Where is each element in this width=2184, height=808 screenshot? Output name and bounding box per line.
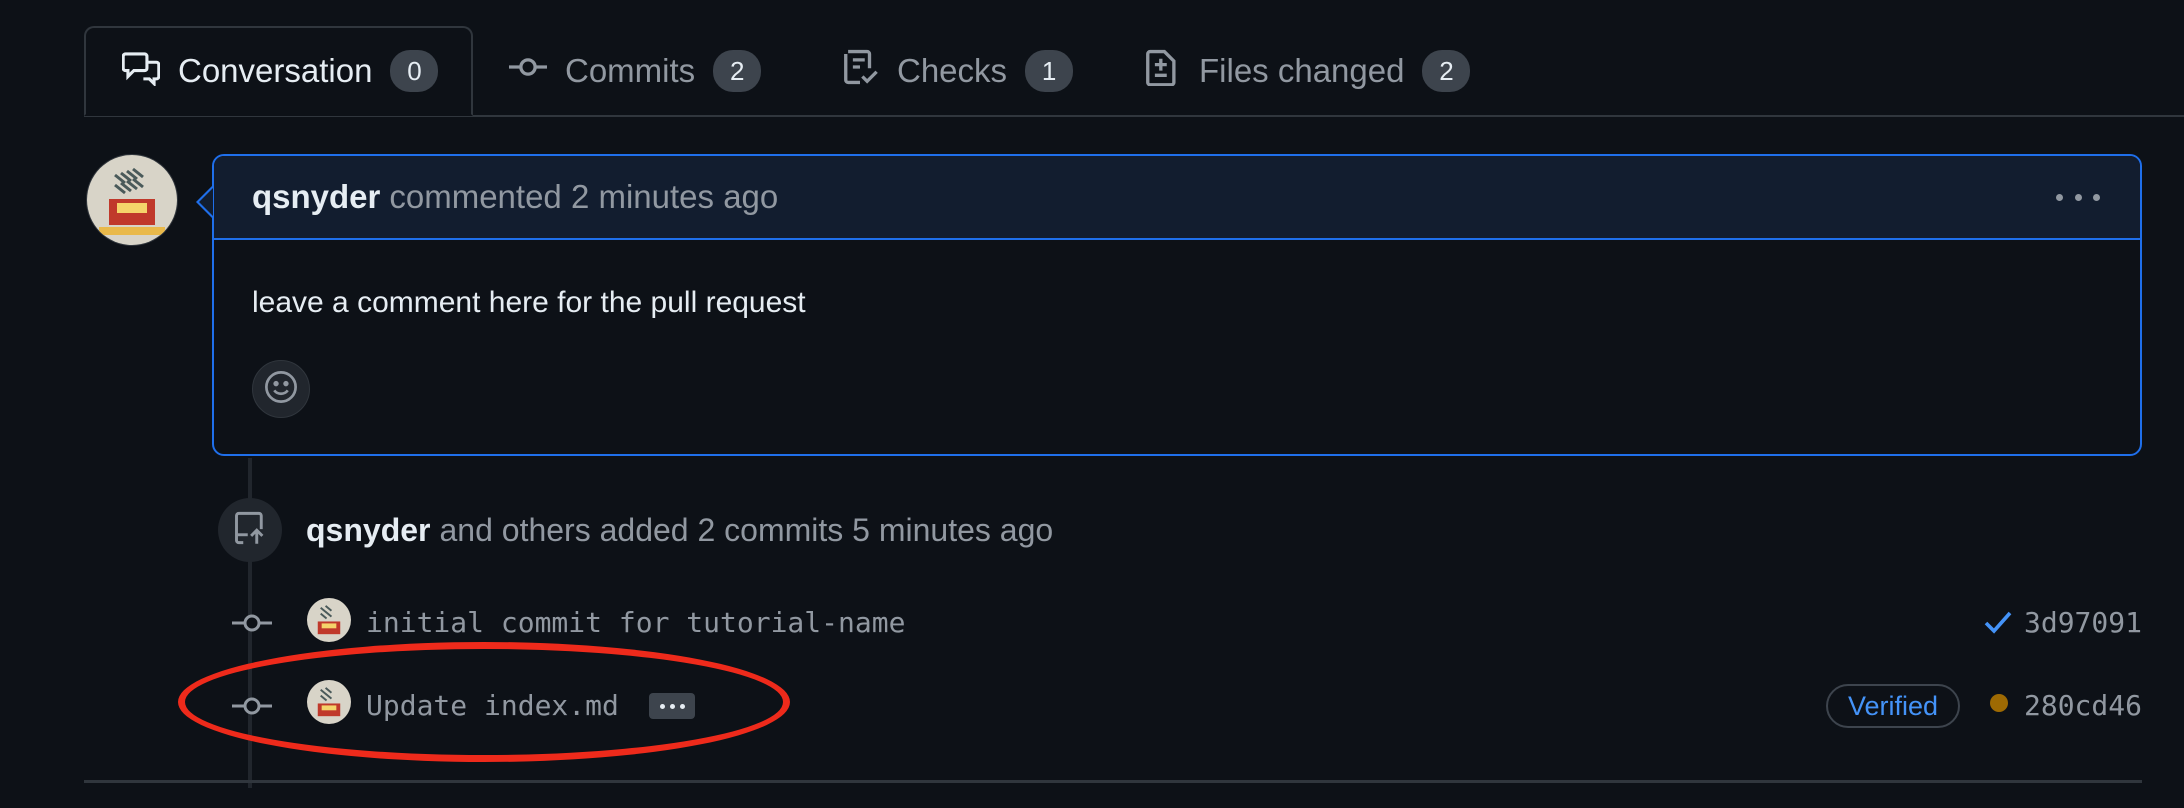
tab-files-changed[interactable]: Files changed 2 [1143, 26, 1471, 116]
pending-status-dot[interactable] [1990, 694, 2008, 712]
commit-message-link[interactable]: initial commit for tutorial-name [366, 606, 905, 639]
tab-counter: 2 [713, 50, 762, 92]
comment-meta[interactable]: commented 2 minutes ago [389, 178, 778, 216]
tab-counter: 0 [390, 50, 439, 92]
verified-badge[interactable]: Verified [1826, 684, 1960, 728]
repo-push-icon [232, 510, 268, 551]
avatar[interactable] [86, 154, 178, 246]
ellipsis-dot [659, 703, 665, 709]
event-author[interactable]: qsnyder [306, 512, 430, 548]
kebab-dot [2093, 193, 2100, 201]
push-event-badge [218, 498, 282, 562]
comment-discussion-icon [121, 48, 161, 94]
expand-commit-message-button[interactable] [649, 693, 695, 719]
tab-label: Conversation [178, 52, 373, 89]
commit-author-avatar[interactable] [307, 598, 351, 642]
commit-sha-link[interactable]: 280cd46 [2024, 689, 2142, 722]
kebab-dot [2074, 193, 2082, 201]
check-icon[interactable] [1982, 606, 2014, 638]
ellipsis-dot [669, 703, 675, 709]
ellipsis-dot [679, 703, 685, 709]
comment-caret-fill [199, 188, 213, 216]
git-commit-icon [509, 48, 547, 94]
tab-commits[interactable]: Commits 2 [509, 26, 762, 116]
tab-label: Commits [565, 52, 696, 89]
tab-conversation[interactable]: Conversation 0 [84, 26, 473, 116]
git-commit-icon [232, 697, 272, 715]
tab-counter: 2 [1422, 50, 1471, 92]
file-diff-icon [1143, 48, 1181, 94]
tab-label: Checks [897, 52, 1008, 89]
checklist-icon [841, 48, 879, 94]
tab-checks[interactable]: Checks 1 [841, 26, 1074, 116]
comment-box: qsnyder commented 2 minutes ago leave a … [212, 154, 2142, 456]
push-event-text: qsnyder and others added 2 commits 5 minu… [306, 512, 1053, 549]
comment-header: qsnyder commented 2 minutes ago [214, 156, 2140, 240]
commit-author-avatar[interactable] [307, 680, 351, 724]
tab-label: Files changed [1199, 52, 1405, 89]
git-commit-icon [232, 614, 272, 632]
tab-counter: 1 [1025, 50, 1074, 92]
kebab-dot [2056, 193, 2063, 201]
smiley-icon [263, 369, 299, 410]
event-description: and others added 2 commits 5 minutes ago [439, 512, 1054, 548]
timeline-divider [84, 780, 2142, 783]
commit-sha-link[interactable]: 3d97091 [2024, 606, 2142, 639]
comment-author[interactable]: qsnyder [252, 178, 380, 216]
add-reaction-button[interactable] [252, 360, 310, 418]
commit-message-link[interactable]: Update index.md [366, 689, 619, 722]
comment-body: leave a comment here for the pull reques… [252, 286, 806, 319]
more-options-button[interactable] [2056, 182, 2100, 212]
